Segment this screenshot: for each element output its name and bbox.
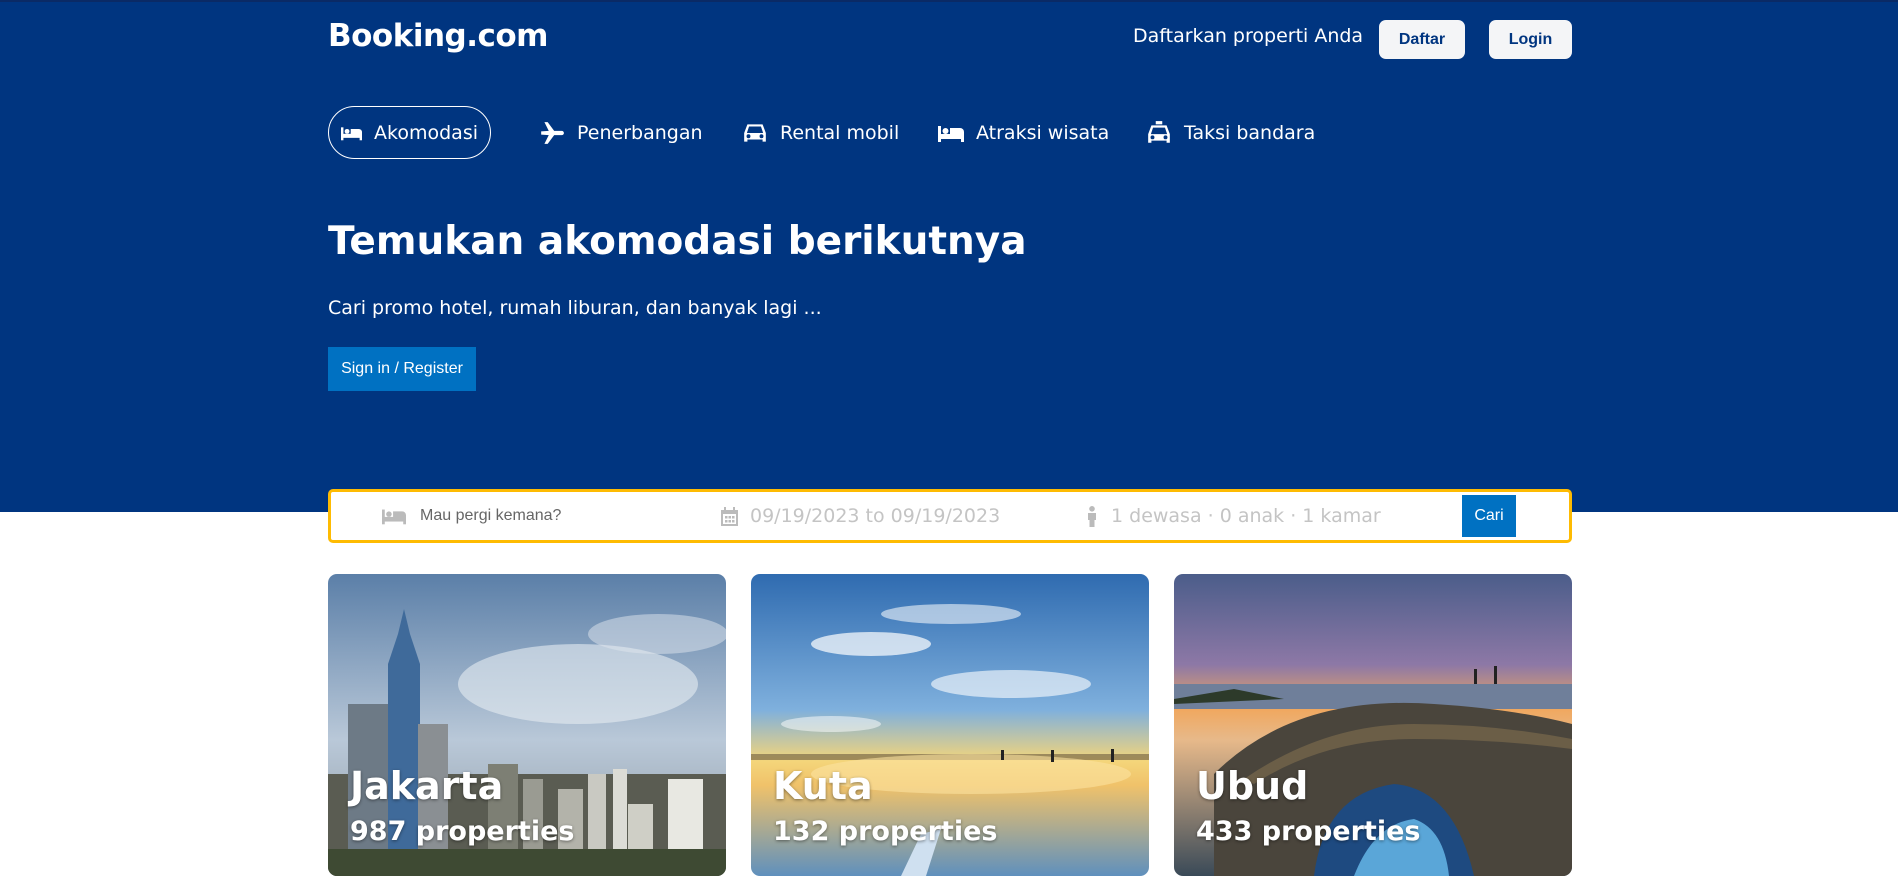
destination-name: Jakarta [350, 764, 504, 808]
destination-field[interactable] [382, 492, 662, 540]
bed-icon [938, 125, 964, 142]
search-bar: 09/19/2023 to 09/19/2023 1 dewasa · 0 an… [328, 489, 1572, 543]
bed-icon [382, 509, 406, 525]
destination-count: 132 properties [773, 816, 998, 847]
nav-item-label: Atraksi wisata [976, 121, 1110, 144]
destination-count: 987 properties [350, 816, 575, 847]
nav-item-label: Akomodasi [374, 121, 478, 144]
nav-item-label: Rental mobil [780, 121, 900, 144]
guests-value: 1 dewasa · 0 anak · 1 kamar [1111, 505, 1381, 527]
top-divider [0, 0, 1898, 2]
hero-banner: Booking.com Daftarkan properti Anda Daft… [0, 0, 1898, 512]
person-icon [1088, 505, 1096, 527]
signin-register-button[interactable]: Sign in / Register [328, 347, 476, 391]
page-subtitle: Cari promo hotel, rumah liburan, dan ban… [328, 297, 822, 319]
destination-card-kuta[interactable]: Kuta 132 properties [751, 574, 1149, 876]
car-icon [744, 123, 766, 142]
nav-item-rental-mobil[interactable]: Rental mobil [742, 106, 899, 159]
nav-item-penerbangan[interactable]: Penerbangan [539, 106, 703, 159]
nav-item-label: Penerbangan [577, 121, 703, 144]
calendar-icon [721, 506, 738, 526]
destination-card-jakarta[interactable]: Jakarta 987 properties [328, 574, 726, 876]
bed-icon [341, 126, 363, 140]
destination-count: 433 properties [1196, 816, 1421, 847]
nav-item-label: Taksi bandara [1184, 121, 1316, 144]
destination-card-ubud[interactable]: Ubud 433 properties [1174, 574, 1572, 876]
nav-item-atraksi-wisata[interactable]: Atraksi wisata [938, 106, 1109, 159]
airplane-icon [541, 121, 564, 144]
page-title: Temukan akomodasi berikutnya [328, 219, 1027, 264]
destination-input[interactable] [418, 506, 662, 526]
destination-name: Ubud [1196, 764, 1309, 808]
register-property-link[interactable]: Daftarkan properti Anda [1133, 25, 1363, 47]
guests-field[interactable]: 1 dewasa · 0 anak · 1 kamar [1085, 492, 1381, 540]
destination-name: Kuta [773, 764, 873, 808]
search-button[interactable]: Cari [1462, 495, 1516, 537]
date-range-value: 09/19/2023 to 09/19/2023 [750, 505, 1001, 527]
daftar-button[interactable]: Daftar [1379, 20, 1465, 59]
login-button[interactable]: Login [1489, 20, 1572, 59]
nav-item-akomodasi[interactable]: Akomodasi [328, 106, 491, 159]
booking-logo[interactable]: Booking.com [328, 18, 548, 54]
nav-item-taksi-bandara[interactable]: Taksi bandara [1146, 106, 1315, 159]
date-field[interactable]: 09/19/2023 to 09/19/2023 [721, 492, 1000, 540]
taxi-icon [1148, 120, 1170, 143]
